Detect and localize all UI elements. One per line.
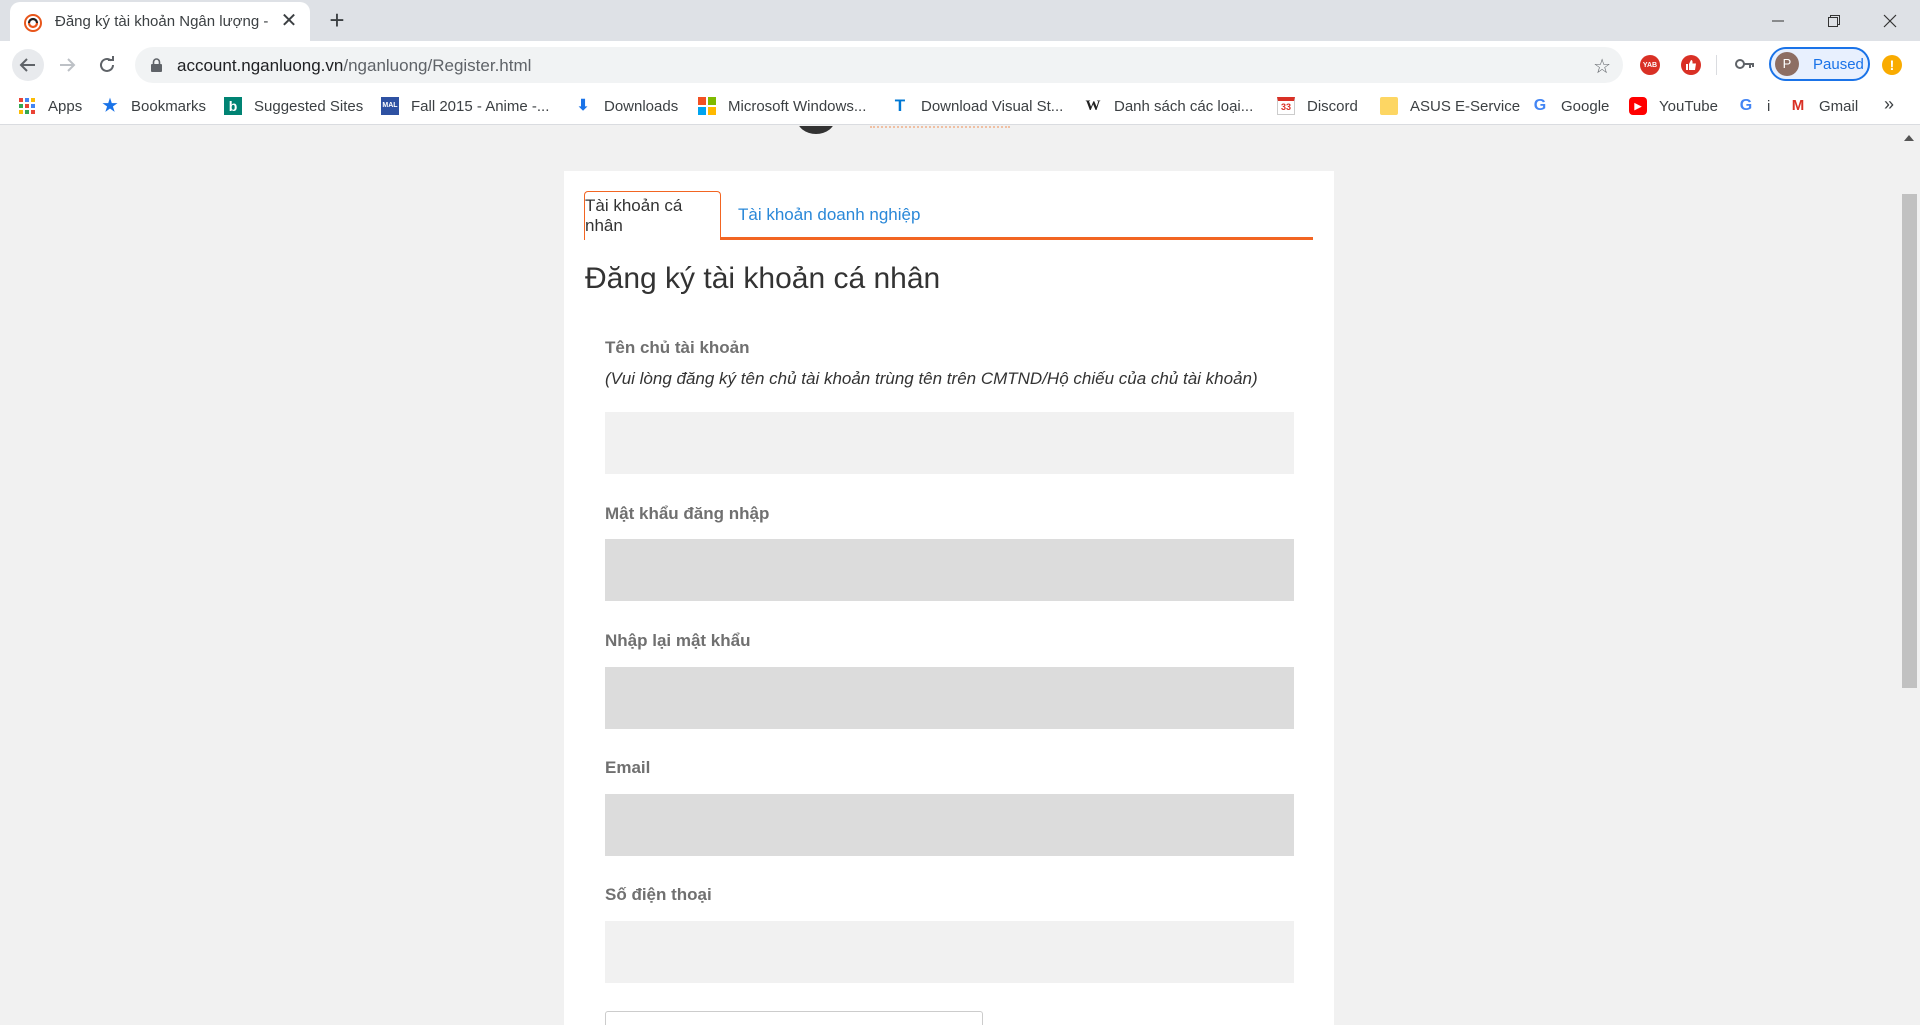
key-icon[interactable] bbox=[1735, 56, 1755, 77]
bookmark-star-icon[interactable]: ☆ bbox=[1593, 54, 1611, 79]
registration-card: Tài khoản cá nhân Tài khoản doanh nghiệp… bbox=[564, 171, 1334, 1025]
account-name-input[interactable] bbox=[605, 412, 1294, 474]
back-button[interactable] bbox=[12, 49, 44, 81]
bookmark-label: Download Visual St... bbox=[921, 97, 1064, 115]
restore-icon[interactable] bbox=[1806, 0, 1862, 41]
reload-button[interactable] bbox=[91, 49, 123, 81]
bookmarks-bar: Apps ★ Bookmarks b Suggested Sites MAL F… bbox=[0, 88, 1920, 125]
wikipedia-icon: W bbox=[1085, 98, 1101, 114]
forward-button[interactable] bbox=[51, 49, 83, 81]
bookmark-label: ASUS E-Service bbox=[1410, 97, 1521, 115]
site-logo bbox=[797, 126, 835, 134]
calendar-icon: 33 bbox=[1277, 97, 1295, 115]
more-bookmarks-button[interactable]: » bbox=[1884, 94, 1894, 115]
arrow-right-icon bbox=[60, 58, 76, 72]
update-alert-icon[interactable]: ! bbox=[1882, 55, 1902, 75]
windows-icon bbox=[698, 97, 716, 115]
bookmark-label: Suggested Sites bbox=[254, 97, 364, 115]
tab-personal-account[interactable]: Tài khoản cá nhân bbox=[584, 191, 721, 240]
account-type-tabs: Tài khoản cá nhân Tài khoản doanh nghiệp bbox=[584, 191, 1313, 240]
account-name-note: (Vui lòng đăng ký tên chủ tài khoản trùn… bbox=[605, 369, 1258, 388]
page-title: Đăng ký tài khoản cá nhân bbox=[585, 262, 941, 295]
account-name-label: Tên chủ tài khoản bbox=[605, 338, 750, 357]
reload-icon bbox=[100, 56, 114, 72]
password-label: Mật khẩu đăng nhập bbox=[605, 504, 770, 523]
bookmark-downloads[interactable]: ⬇ Downloads bbox=[574, 94, 679, 118]
nganluong-favicon-icon bbox=[24, 14, 42, 32]
bookmark-label: i bbox=[1767, 97, 1771, 115]
bookmark-danh-sach[interactable]: W Danh sách các loại... bbox=[1084, 94, 1254, 118]
avatar: P bbox=[1775, 52, 1799, 76]
yab-extension-icon[interactable]: YAB bbox=[1640, 55, 1660, 75]
toolbar-divider bbox=[1716, 55, 1717, 75]
youtube-icon: ▶ bbox=[1629, 97, 1647, 115]
google-icon: G bbox=[1533, 97, 1547, 114]
visual-studio-icon: T bbox=[894, 96, 906, 115]
page-content: Tài khoản cá nhân Tài khoản doanh nghiệp… bbox=[0, 126, 1899, 1025]
bookmark-label: Bookmarks bbox=[131, 97, 207, 115]
arrow-left-icon bbox=[19, 58, 35, 72]
apps-grid-icon bbox=[19, 98, 35, 114]
scroll-up-icon[interactable] bbox=[1904, 135, 1914, 141]
address-bar[interactable]: account.nganluong.vn/nganluong/Register.… bbox=[135, 47, 1623, 83]
google-icon: G bbox=[1739, 97, 1753, 114]
bookmark-label: Google bbox=[1561, 97, 1610, 115]
bookmark-google[interactable]: G Google bbox=[1531, 94, 1610, 118]
tab-business-account[interactable]: Tài khoản doanh nghiệp bbox=[738, 205, 920, 225]
tab-title: Đăng ký tài khoản Ngân lượng - bbox=[55, 13, 269, 30]
bookmark-label: YouTube bbox=[1659, 97, 1718, 115]
bookmark-bookmarks[interactable]: ★ Bookmarks bbox=[101, 94, 206, 118]
phone-input[interactable] bbox=[605, 921, 1294, 983]
tab-strip: Đăng ký tài khoản Ngân lượng - ✕ + bbox=[0, 0, 1920, 41]
email-label: Email bbox=[605, 758, 651, 777]
confirm-password-input[interactable] bbox=[605, 667, 1294, 729]
download-icon: ⬇ bbox=[576, 97, 590, 114]
bookmark-suggested-sites[interactable]: b Suggested Sites bbox=[224, 94, 363, 118]
bookmark-label: Apps bbox=[48, 97, 83, 115]
extension-thumb-icon[interactable] bbox=[1681, 55, 1701, 75]
new-tab-button[interactable]: + bbox=[324, 7, 350, 34]
url-text[interactable]: account.nganluong.vn/nganluong/Register.… bbox=[177, 56, 531, 76]
close-tab-icon[interactable]: ✕ bbox=[278, 11, 300, 33]
bookmark-fall-2015-anime[interactable]: MAL Fall 2015 - Anime -... bbox=[381, 94, 549, 118]
bookmark-apps[interactable]: Apps bbox=[18, 94, 82, 118]
close-window-icon[interactable] bbox=[1862, 0, 1918, 41]
folder-icon bbox=[1380, 97, 1398, 115]
bing-icon: b bbox=[224, 97, 242, 115]
bookmark-label: Gmail bbox=[1819, 97, 1859, 115]
email-field[interactable] bbox=[605, 794, 1294, 856]
bookmark-label: Discord bbox=[1307, 97, 1358, 115]
bookmark-download-visual-studio[interactable]: T Download Visual St... bbox=[891, 94, 1064, 118]
bookmark-youtube[interactable]: ▶ YouTube bbox=[1629, 94, 1718, 118]
scrollbar-thumb[interactable] bbox=[1902, 194, 1917, 688]
url-path: /nganluong/Register.html bbox=[343, 56, 532, 75]
phone-label: Số điện thoại bbox=[605, 885, 712, 904]
bookmark-gmail[interactable]: M Gmail bbox=[1789, 94, 1858, 118]
scrollbar[interactable] bbox=[1899, 126, 1920, 1025]
mal-icon: MAL bbox=[381, 97, 399, 115]
bookmark-microsoft-windows[interactable]: Microsoft Windows... bbox=[698, 94, 866, 118]
confirm-password-label: Nhập lại mật khẩu bbox=[605, 631, 751, 650]
bookmark-label: Downloads bbox=[604, 97, 679, 115]
next-form-field[interactable] bbox=[605, 1011, 983, 1025]
site-logo-tagline bbox=[870, 126, 1010, 128]
profile-status: Paused bbox=[1813, 56, 1864, 73]
bookmark-discord[interactable]: 33 Discord bbox=[1277, 94, 1358, 118]
bookmark-label: Fall 2015 - Anime -... bbox=[411, 97, 550, 115]
bookmark-label: Microsoft Windows... bbox=[728, 97, 867, 115]
star-icon: ★ bbox=[102, 96, 118, 115]
browser-toolbar: account.nganluong.vn/nganluong/Register.… bbox=[0, 41, 1920, 88]
bookmark-google-i[interactable]: G i bbox=[1737, 94, 1771, 118]
bookmark-label: Danh sách các loại... bbox=[1114, 97, 1254, 115]
minimize-icon[interactable] bbox=[1750, 0, 1806, 41]
gmail-icon: M bbox=[1791, 97, 1805, 114]
browser-tab[interactable]: Đăng ký tài khoản Ngân lượng - ✕ bbox=[10, 2, 310, 41]
profile-button[interactable]: P Paused bbox=[1769, 47, 1870, 81]
lock-icon bbox=[151, 58, 162, 72]
bookmark-asus-e-service[interactable]: ASUS E-Service bbox=[1380, 94, 1520, 118]
url-domain: account.nganluong.vn bbox=[177, 56, 344, 75]
password-input[interactable] bbox=[605, 539, 1294, 601]
